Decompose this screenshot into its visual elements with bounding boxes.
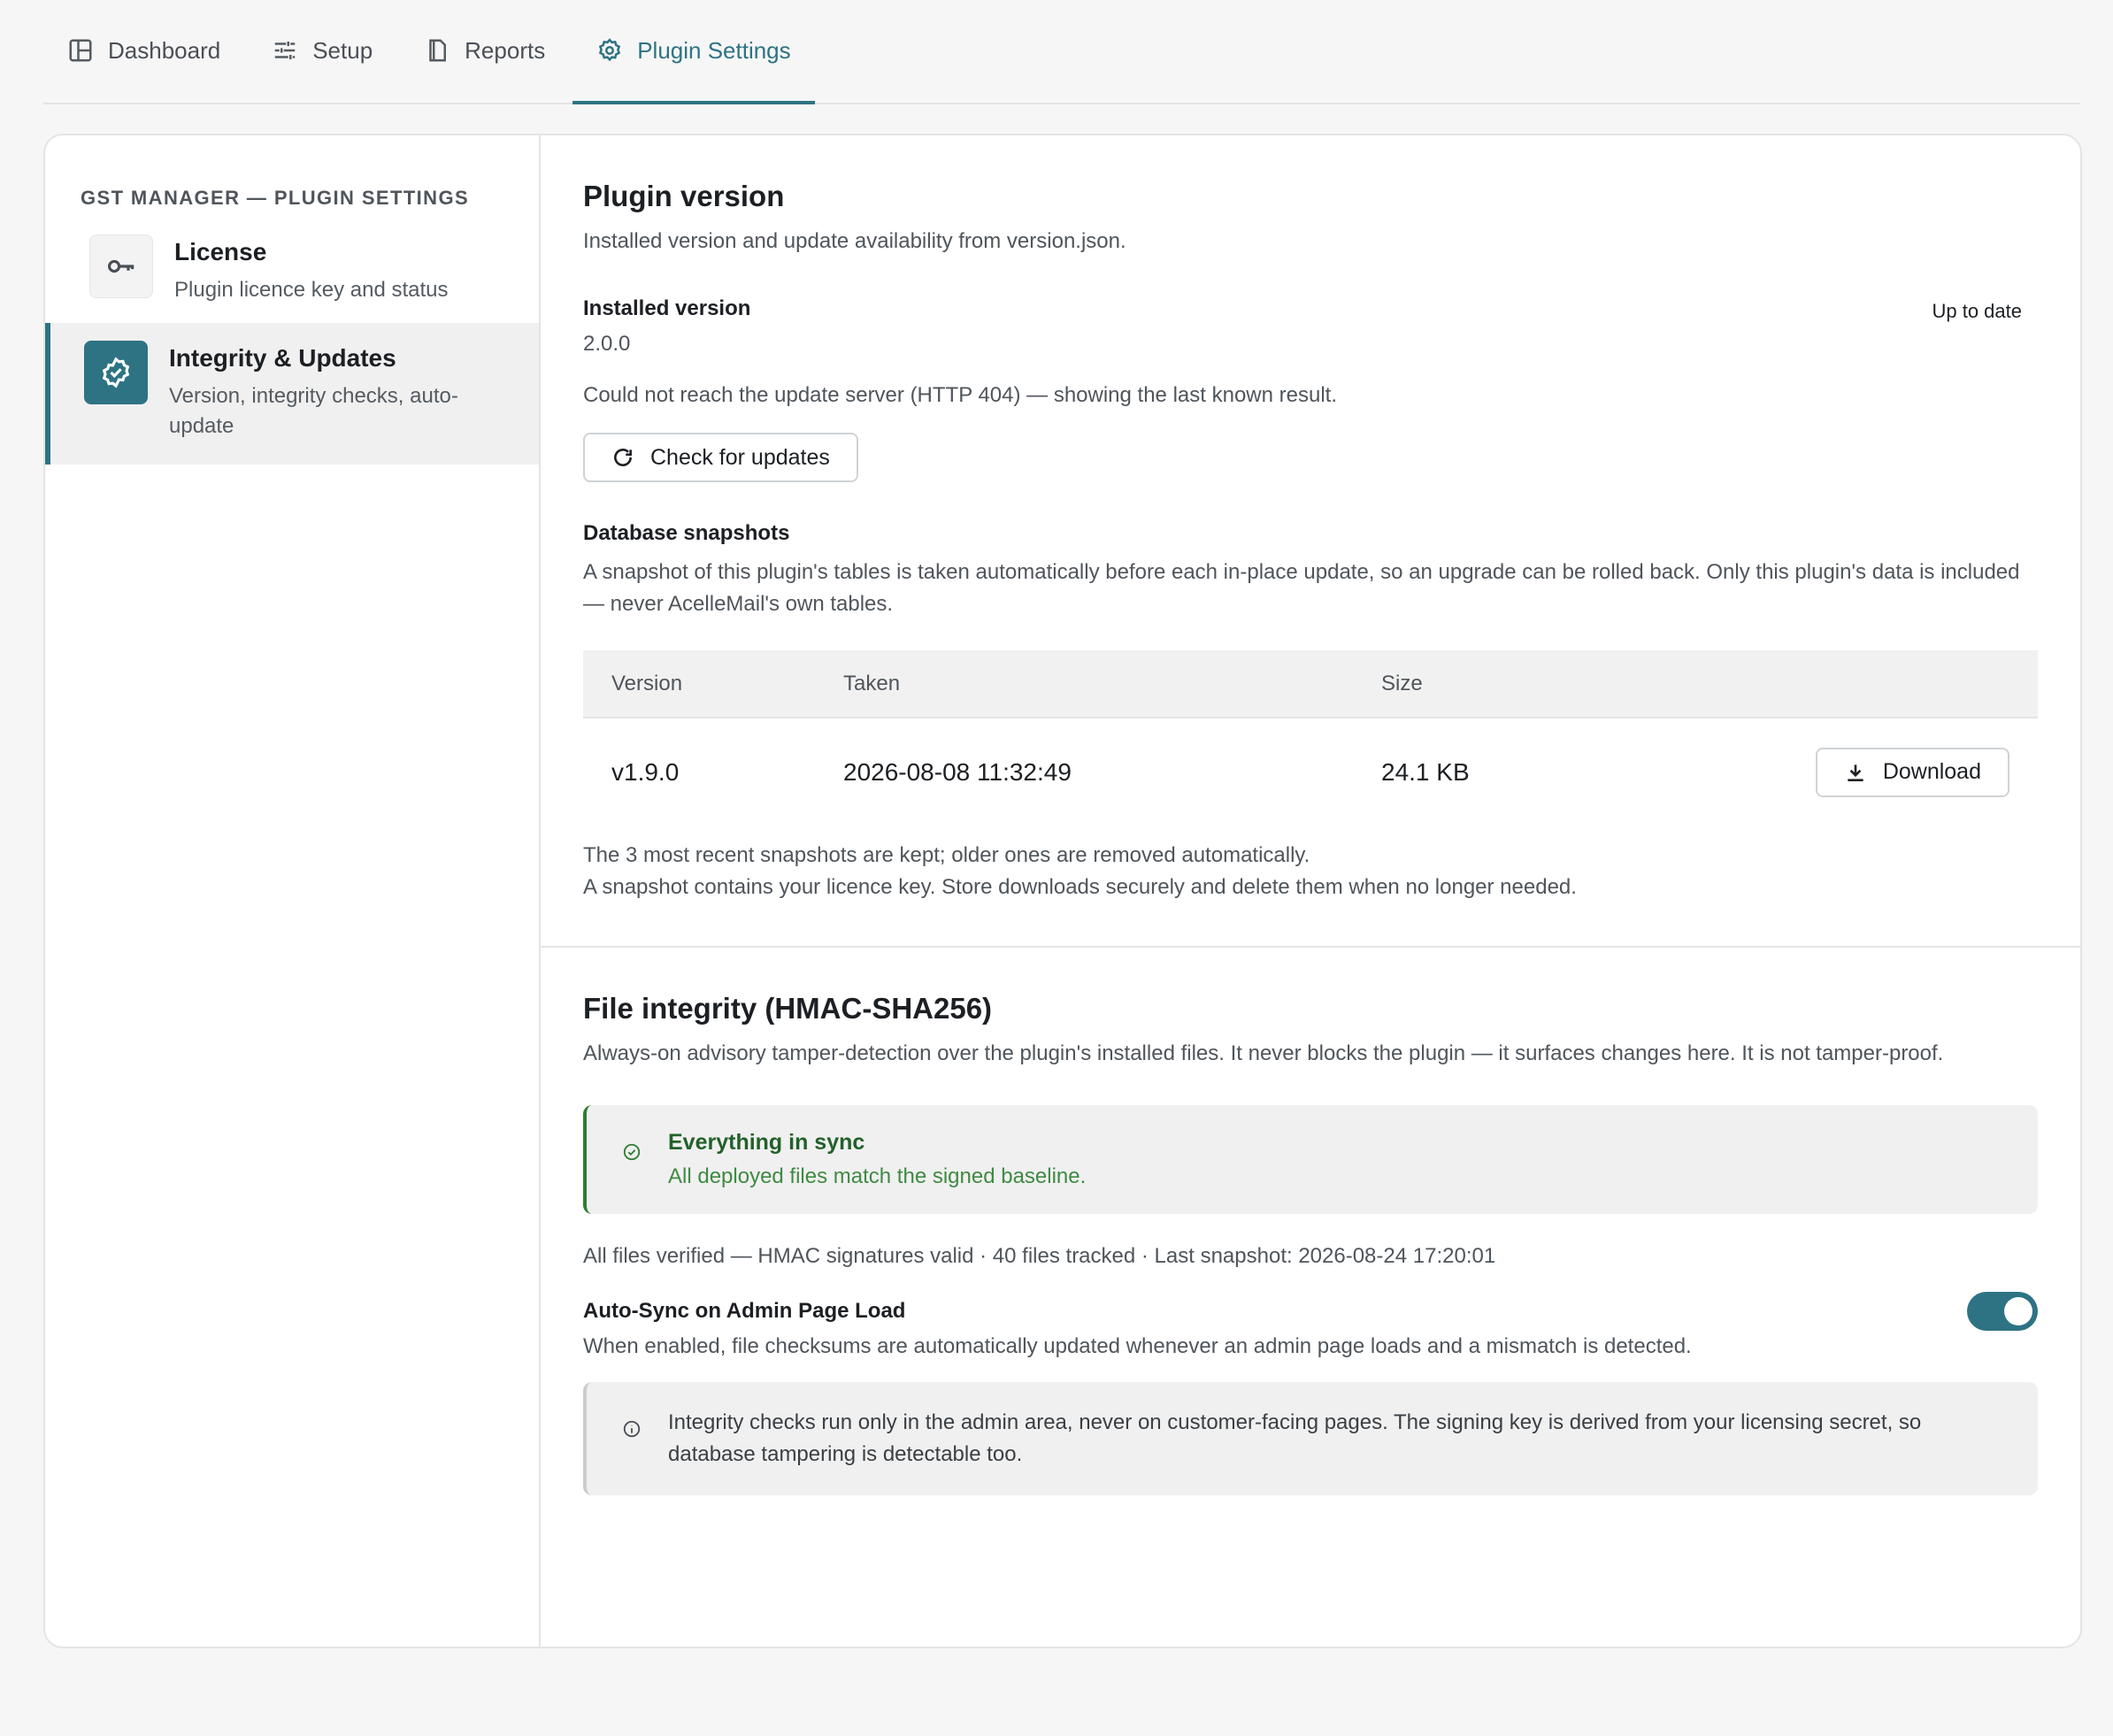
tab-reports[interactable]: Reports	[400, 0, 569, 104]
tab-label: Plugin Settings	[637, 36, 791, 64]
refresh-icon	[614, 449, 632, 466]
tab-setup[interactable]: Setup	[248, 0, 396, 104]
tab-label: Dashboard	[108, 36, 221, 64]
sidebar-item-desc: Plugin licence key and status	[174, 278, 449, 302]
sidebar-heading: GST Manager — Plugin Settings	[81, 187, 470, 209]
settings-card: GST Manager — Plugin Settings License Pl…	[43, 134, 2082, 1648]
integrity-info-box: Integrity checks run only in the admin a…	[583, 1382, 2038, 1495]
section-title: Plugin version	[583, 180, 785, 212]
check-updates-button[interactable]: Check for updates	[583, 433, 858, 482]
sidebar-item-integrity-updates[interactable]: Integrity & Updates Version, integrity c…	[45, 323, 539, 465]
sliders-icon	[274, 42, 296, 59]
tab-label: Setup	[312, 36, 373, 64]
settings-sidebar: GST Manager — Plugin Settings License Pl…	[45, 135, 541, 1647]
column-header-actions	[1778, 650, 2038, 718]
gear-icon	[599, 38, 621, 62]
badge-check-icon	[84, 341, 148, 404]
table-header-row: Version Taken Size	[583, 650, 2038, 718]
snapshots-retention-note: The 3 most recent snapshots are kept; ol…	[583, 843, 1310, 867]
section-desc: Installed version and update availabilit…	[583, 229, 1126, 253]
snapshot-size: 24.1 KB	[1381, 757, 1470, 786]
autosync-label: Auto-Sync on Admin Page Load	[583, 1299, 906, 1323]
section-title: File integrity (HMAC-SHA256)	[583, 992, 993, 1025]
tab-dashboard[interactable]: Dashboard	[43, 0, 244, 104]
installed-version-label: Installed version	[583, 296, 751, 320]
key-icon	[89, 234, 153, 298]
snapshots-table: Version Taken Size v1.9.0 2026-08-08 11:…	[583, 650, 2038, 826]
column-header: Taken	[815, 650, 1353, 718]
sidebar-item-title: Integrity & Updates	[169, 344, 396, 372]
download-icon	[1848, 764, 1863, 781]
layout-icon	[69, 39, 92, 62]
table-row: v1.9.0 2026-08-08 11:32:49 24.1 KB Downl…	[583, 718, 2038, 826]
column-header: Version	[583, 650, 815, 718]
button-label: Check for updates	[650, 444, 830, 470]
section-desc: Always-on advisory tamper-detection over…	[583, 1041, 1944, 1065]
download-snapshot-button[interactable]: Download	[1815, 747, 2009, 797]
snapshots-security-note: A snapshot contains your licence key. St…	[583, 875, 1577, 899]
sidebar-item-title: License	[174, 238, 267, 265]
info-icon	[623, 1420, 641, 1438]
info-text: Integrity checks run only in the admin a…	[668, 1410, 1922, 1466]
toggle-knob	[2004, 1297, 2032, 1325]
status-body: All deployed files match the signed base…	[668, 1164, 1087, 1188]
autosync-desc: When enabled, file checksums are automat…	[583, 1334, 1692, 1358]
check-circle-icon	[623, 1143, 641, 1161]
document-icon	[429, 39, 447, 62]
plugin-version-section: Plugin version Installed version and upd…	[541, 135, 2080, 946]
button-label: Download	[1882, 759, 1981, 784]
update-status: Up to date	[1932, 300, 2022, 322]
installed-version-value: 2.0.0	[583, 332, 631, 356]
snapshot-taken: 2026-08-08 11:32:49	[843, 757, 1072, 786]
settings-main: Plugin version Installed version and upd…	[541, 135, 2080, 1647]
snapshots-desc: A snapshot of this plugin's tables is ta…	[583, 560, 2020, 616]
column-header: Size	[1353, 650, 1778, 718]
update-error-message: Could not reach the update server (HTTP …	[583, 383, 1337, 407]
snapshots-title: Database snapshots	[583, 521, 790, 545]
sidebar-item-desc: Version, integrity checks, auto-update	[169, 384, 458, 438]
sidebar-item-license[interactable]: License Plugin licence key and status	[45, 226, 539, 323]
snapshot-version: v1.9.0	[611, 757, 680, 786]
integrity-summary: All files verified — HMAC signatures val…	[583, 1244, 1496, 1268]
autosync-toggle[interactable]	[1967, 1292, 2038, 1331]
file-integrity-section: File integrity (HMAC-SHA256) Always-on a…	[541, 946, 2080, 1538]
tab-plugin-settings[interactable]: Plugin Settings	[572, 0, 815, 104]
top-tabs: Dashboard Setup Reports Plugin Settings	[43, 0, 2080, 104]
integrity-status-banner: Everything in sync All deployed files ma…	[583, 1105, 2038, 1214]
tab-label: Reports	[465, 36, 546, 64]
status-title: Everything in sync	[668, 1130, 865, 1155]
